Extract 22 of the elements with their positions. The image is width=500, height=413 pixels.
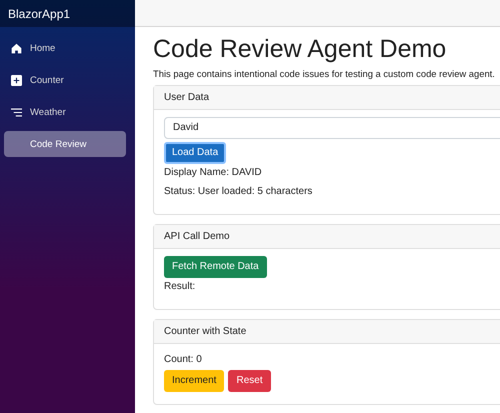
home-icon bbox=[10, 42, 22, 54]
status-text: Display Name: DAVID bbox=[164, 166, 263, 178]
action-button[interactable]: Load Data bbox=[164, 142, 226, 164]
card-header: User Data bbox=[154, 86, 500, 110]
card-header: API Call Demo bbox=[154, 224, 500, 249]
menu-icon bbox=[10, 108, 22, 116]
app-brand[interactable]: BlazorApp1 bbox=[0, 0, 135, 27]
nav-item[interactable]: Weather bbox=[4, 99, 126, 125]
text-input[interactable]: David bbox=[164, 116, 500, 139]
action-button[interactable]: Increment bbox=[164, 370, 224, 392]
nav-item[interactable]: Home bbox=[4, 35, 126, 61]
page-title: Code Review Agent Demo bbox=[153, 35, 448, 64]
status-text: Result: bbox=[164, 280, 196, 292]
page-description: This page contains intentional code issues for testing a custom code review agent. bbox=[153, 68, 496, 79]
status-text: Count: 0 bbox=[164, 354, 203, 365]
action-button[interactable]: Fetch Remote Data bbox=[164, 256, 267, 278]
action-button[interactable]: Reset bbox=[228, 370, 271, 392]
plus-icon bbox=[10, 74, 22, 86]
nav-item[interactable]: Code Review bbox=[4, 131, 126, 157]
nav-item[interactable]: Counter bbox=[4, 67, 126, 93]
status-text: Status: User loaded: 5 characters bbox=[164, 186, 314, 197]
card-header: Counter with State bbox=[154, 320, 500, 344]
